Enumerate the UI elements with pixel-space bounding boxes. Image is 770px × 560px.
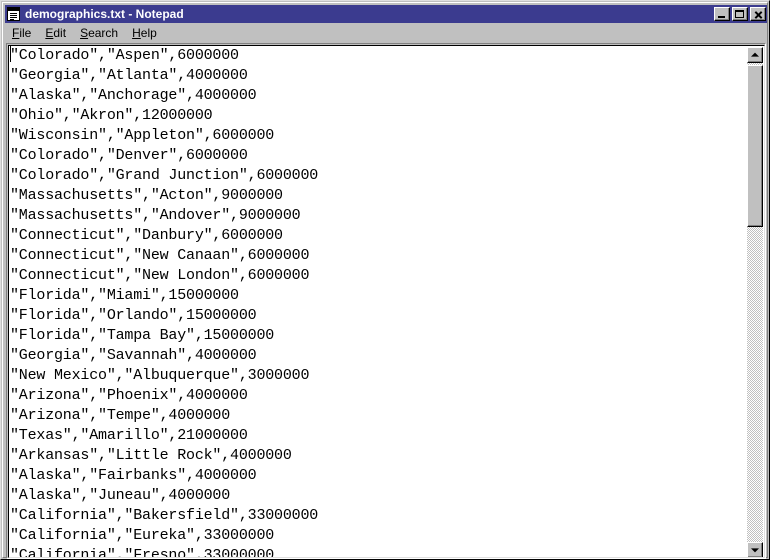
- text-line: "Florida","Miami",15000000: [10, 287, 239, 304]
- scroll-down-button[interactable]: [747, 542, 763, 557]
- text-line: "Texas","Amarillo",21000000: [10, 427, 248, 444]
- text-line: "Connecticut","New Canaan",6000000: [10, 247, 310, 264]
- text-line: "Georgia","Savannah",4000000: [10, 347, 257, 364]
- arrow-down-icon: [751, 548, 759, 553]
- text-line: "California","Fresno",33000000: [10, 547, 275, 557]
- text-line: "Florida","Tampa Bay",15000000: [10, 327, 275, 344]
- notepad-document-icon: [6, 7, 22, 21]
- maximize-button[interactable]: [732, 7, 748, 21]
- editor-client-frame: "Colorado","Aspen",6000000 "Georgia","Atl…: [6, 43, 766, 559]
- text-line: "Alaska","Fairbanks",4000000: [10, 467, 257, 484]
- text-line: "California","Bakersfield",33000000: [10, 507, 319, 524]
- text-line: "Connecticut","Danbury",6000000: [10, 227, 283, 244]
- text-line: "Arkansas","Little Rock",4000000: [10, 447, 292, 464]
- text-line: "Alaska","Anchorage",4000000: [10, 87, 257, 104]
- text-line: "Alaska","Juneau",4000000: [10, 487, 231, 504]
- menubar: File Edit Search Help: [5, 24, 767, 42]
- menu-item-help-rest: elp: [140, 25, 157, 40]
- text-line: "Ohio","Akron",12000000: [10, 107, 213, 124]
- text-line: "Colorado","Denver",6000000: [10, 147, 248, 164]
- notepad-window: demographics.txt - Notepad File Edit Sea…: [0, 0, 770, 560]
- text-caret: [10, 46, 11, 62]
- text-line: "Arizona","Tempe",4000000: [10, 407, 231, 424]
- editor-client-inner: "Colorado","Aspen",6000000 "Georgia","Atl…: [8, 45, 765, 558]
- window-title: demographics.txt - Notepad: [25, 7, 184, 21]
- text-line: "Colorado","Aspen",6000000: [10, 46, 239, 64]
- text-line: "California","Eureka",33000000: [10, 527, 275, 544]
- maximize-icon: [735, 10, 744, 18]
- menu-item-file[interactable]: File: [5, 25, 38, 42]
- text-line: "Massachusetts","Andover",9000000: [10, 207, 301, 224]
- text-line: "Colorado","Grand Junction",6000000: [10, 167, 319, 184]
- text-editor-area[interactable]: "Colorado","Aspen",6000000 "Georgia","Atl…: [10, 46, 749, 557]
- window-inner-frame: demographics.txt - Notepad File Edit Sea…: [2, 2, 768, 559]
- menu-item-edit-rest: dit: [53, 25, 67, 40]
- menu-item-search-rest: earch: [88, 25, 119, 40]
- close-button[interactable]: [750, 7, 766, 21]
- window-controls: [714, 7, 766, 21]
- text-line: "Florida","Orlando",15000000: [10, 307, 257, 324]
- text-line: "Wisconsin","Appleton",6000000: [10, 127, 275, 144]
- text-line: "New Mexico","Albuquerque",3000000: [10, 367, 310, 384]
- vertical-scrollbar[interactable]: [747, 47, 763, 557]
- menu-item-edit[interactable]: Edit: [38, 25, 73, 42]
- arrow-up-icon: [751, 52, 759, 57]
- menu-item-help[interactable]: Help: [125, 25, 164, 42]
- text-line: "Massachusetts","Acton",9000000: [10, 187, 283, 204]
- scrollbar-thumb[interactable]: [747, 65, 763, 227]
- menu-item-file-rest: ile: [19, 25, 32, 40]
- text-line: "Connecticut","New London",6000000: [10, 267, 310, 284]
- minimize-button[interactable]: [714, 7, 730, 21]
- menu-item-search[interactable]: Search: [73, 25, 125, 42]
- titlebar[interactable]: demographics.txt - Notepad: [5, 5, 767, 23]
- text-line: "Arizona","Phoenix",4000000: [10, 387, 248, 404]
- scroll-up-button[interactable]: [747, 47, 763, 63]
- minimize-icon: [718, 16, 725, 18]
- close-icon: [751, 8, 765, 20]
- text-line: "Georgia","Atlanta",4000000: [10, 67, 248, 84]
